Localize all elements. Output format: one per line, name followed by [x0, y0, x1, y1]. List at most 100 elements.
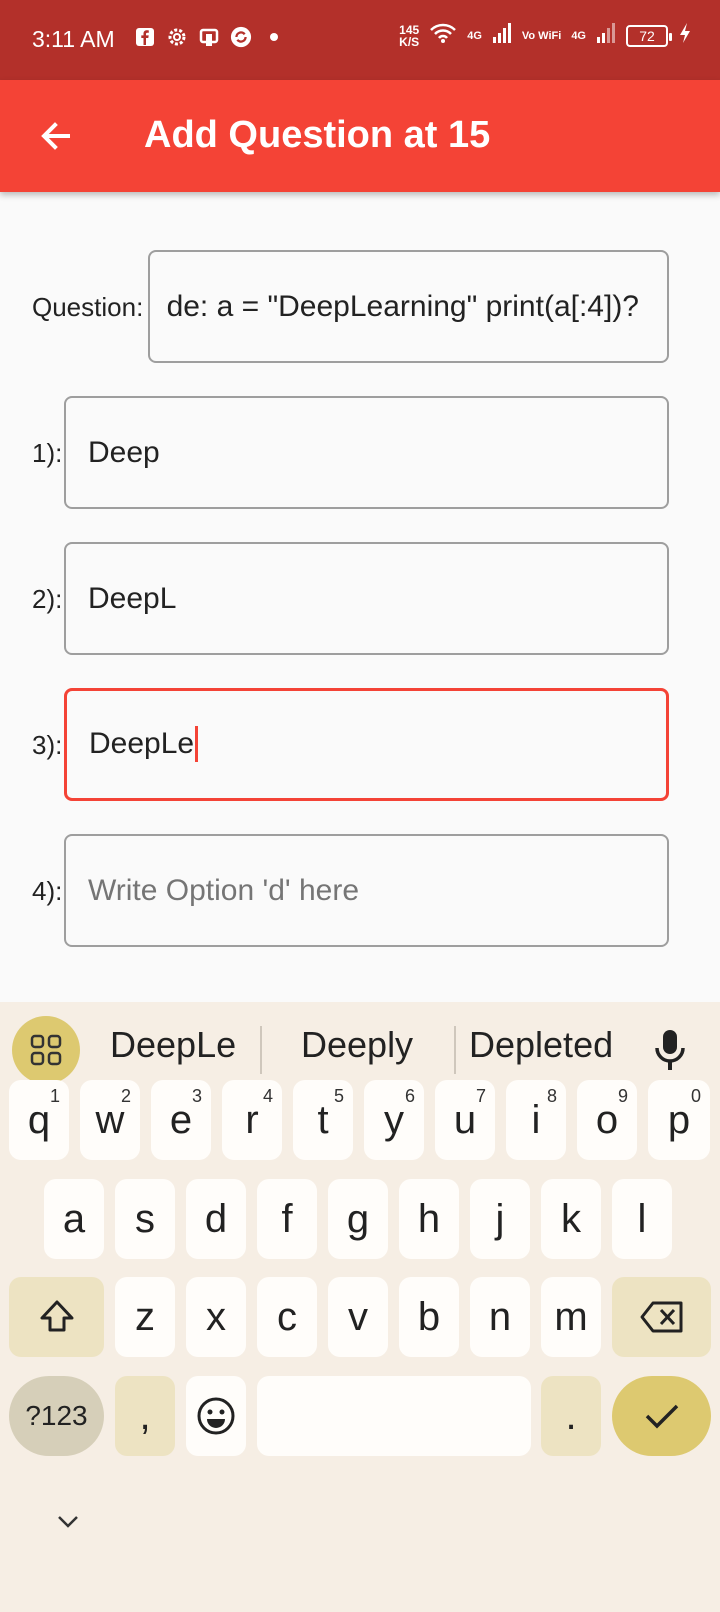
option-4-input[interactable]: [64, 834, 669, 947]
key-hint: 9: [617, 1086, 628, 1106]
key-s[interactable]: s: [115, 1179, 175, 1259]
symbols-key[interactable]: ?123: [9, 1376, 104, 1456]
option-label-3: 3):: [32, 730, 63, 760]
key-label: j: [495, 1196, 505, 1241]
key-d[interactable]: d: [186, 1179, 246, 1259]
key-z[interactable]: z: [115, 1277, 175, 1357]
question-input[interactable]: de: a = "DeepLearning" print(a[:4])?: [148, 250, 669, 363]
speed-unit: K/S: [399, 34, 420, 49]
key-h[interactable]: h: [399, 1179, 459, 1259]
key-y[interactable]: y6: [364, 1080, 424, 1160]
hide-keyboard-button[interactable]: [52, 1506, 84, 1538]
key-label: d: [204, 1196, 228, 1241]
suggestion-2[interactable]: Deeply: [301, 1024, 413, 1066]
key-k[interactable]: k: [541, 1179, 601, 1259]
key-label: g: [346, 1196, 370, 1241]
key-hint: 4: [262, 1086, 273, 1106]
key-label: b: [417, 1294, 441, 1339]
key-label: f: [281, 1196, 293, 1241]
keyboard-menu-button[interactable]: [12, 1016, 80, 1084]
suggestion-1[interactable]: DeepLe: [110, 1024, 236, 1066]
soft-keyboard: DeepLe Deeply Depleted q1 w2 e3 r4 t5 y6…: [0, 1002, 720, 1612]
app-bar: Add Question at 15: [0, 80, 720, 192]
key-b[interactable]: b: [399, 1277, 459, 1357]
shift-icon: [40, 1300, 73, 1332]
option-1-input[interactable]: [64, 396, 669, 509]
network-type-1: 4G: [467, 29, 482, 42]
key-label: o: [595, 1097, 619, 1142]
microphone-icon: [655, 1030, 685, 1070]
key-label: l: [637, 1196, 647, 1241]
device-icon: [198, 26, 220, 48]
checkmark-icon: [645, 1404, 678, 1429]
key-q[interactable]: q1: [9, 1080, 69, 1160]
key-l[interactable]: l: [612, 1179, 672, 1259]
key-label: x: [206, 1294, 226, 1339]
key-hint: 6: [404, 1086, 415, 1106]
option-3-input-focused[interactable]: DeepLe: [64, 688, 669, 801]
key-label: v: [348, 1294, 368, 1339]
key-hint: 5: [333, 1086, 344, 1106]
key-label: .: [565, 1393, 577, 1438]
key-label: p: [667, 1097, 691, 1142]
question-label: Question:: [32, 292, 144, 322]
key-label: n: [488, 1294, 512, 1339]
key-r[interactable]: r4: [222, 1080, 282, 1160]
key-label: s: [135, 1196, 155, 1241]
emoji-icon: [197, 1397, 235, 1435]
key-e[interactable]: e3: [151, 1080, 211, 1160]
key-u[interactable]: u7: [435, 1080, 495, 1160]
signal-icon-1: [492, 22, 512, 49]
key-j[interactable]: j: [470, 1179, 530, 1259]
key-o[interactable]: o9: [577, 1080, 637, 1160]
key-a[interactable]: a: [44, 1179, 104, 1259]
key-c[interactable]: c: [257, 1277, 317, 1357]
key-label: r: [245, 1097, 259, 1142]
done-key[interactable]: [612, 1376, 711, 1456]
key-n[interactable]: n: [470, 1277, 530, 1357]
option-label-4: 4):: [32, 876, 63, 906]
key-label: e: [169, 1097, 193, 1142]
settings-gear-icon: [166, 26, 188, 48]
key-hint: 3: [191, 1086, 202, 1106]
facebook-icon: [134, 26, 156, 48]
suggestion-divider: [260, 1026, 262, 1074]
key-f[interactable]: f: [257, 1179, 317, 1259]
key-i[interactable]: i8: [506, 1080, 566, 1160]
page-title: Add Question at 15: [144, 114, 491, 156]
emoji-key[interactable]: [186, 1376, 246, 1456]
key-label: c: [277, 1294, 297, 1339]
voice-input-button[interactable]: [650, 1026, 690, 1074]
charging-icon: [678, 22, 692, 49]
key-g[interactable]: g: [328, 1179, 388, 1259]
key-t[interactable]: t5: [293, 1080, 353, 1160]
option-3-value: DeepLe: [89, 727, 195, 760]
backspace-key[interactable]: [612, 1277, 711, 1357]
sync-app-icon: [230, 26, 252, 48]
shift-key[interactable]: [9, 1277, 104, 1357]
option-2-input[interactable]: [64, 542, 669, 655]
key-hint: 7: [475, 1086, 486, 1106]
space-key[interactable]: [257, 1376, 531, 1456]
option-4-field[interactable]: [66, 836, 667, 945]
key-label: h: [417, 1196, 441, 1241]
option-2-field[interactable]: [66, 544, 667, 653]
status-bar: 3:11 AM 145 K/S 4G Vo WiFi 4G 72: [0, 0, 720, 80]
key-x[interactable]: x: [186, 1277, 246, 1357]
key-hint: 0: [690, 1086, 701, 1106]
key-label: ,: [139, 1393, 151, 1438]
option-3-field[interactable]: DeepLe: [89, 726, 199, 762]
suggestion-divider: [454, 1026, 456, 1074]
notification-icons: [134, 26, 278, 48]
key-p[interactable]: p0: [648, 1080, 710, 1160]
key-label: a: [62, 1196, 86, 1241]
comma-key[interactable]: ,: [115, 1376, 175, 1456]
key-label: i: [531, 1097, 541, 1142]
back-button[interactable]: [30, 110, 82, 162]
key-v[interactable]: v: [328, 1277, 388, 1357]
suggestion-3[interactable]: Depleted: [469, 1024, 613, 1066]
option-1-field[interactable]: [66, 398, 667, 507]
period-key[interactable]: .: [541, 1376, 601, 1456]
key-w[interactable]: w2: [80, 1080, 140, 1160]
key-m[interactable]: m: [541, 1277, 601, 1357]
